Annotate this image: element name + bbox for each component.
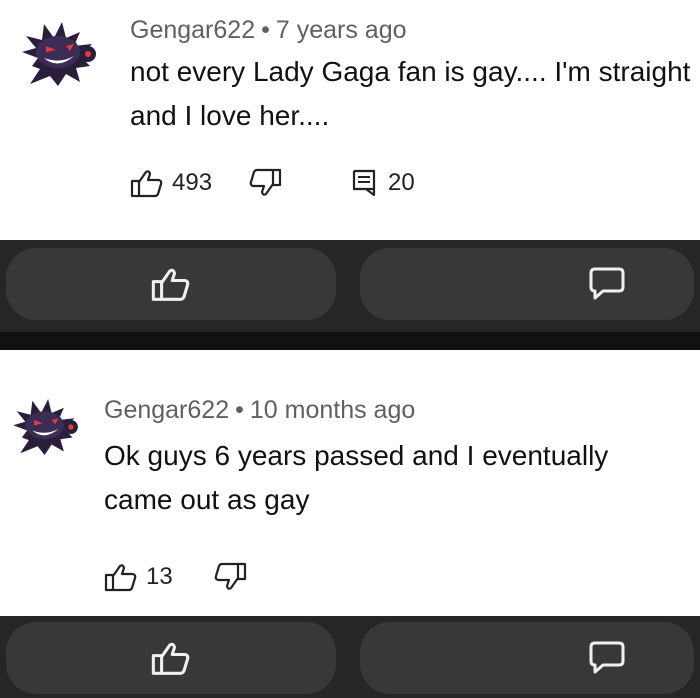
gengar-avatar-icon[interactable] <box>10 14 100 94</box>
dislike-button[interactable] <box>248 168 282 198</box>
like-count: 13 <box>146 563 173 590</box>
like-button[interactable]: 493 <box>130 168 212 198</box>
reply-button[interactable]: 20 <box>352 169 415 197</box>
gengar-avatar-icon[interactable] <box>2 392 82 462</box>
comment-text: not every Lady Gaga fan is gay.... I'm s… <box>130 56 691 131</box>
like-pill-button[interactable] <box>6 248 336 320</box>
action-bar <box>0 616 700 698</box>
timestamp[interactable]: 7 years ago <box>276 16 407 44</box>
thumbs-down-icon <box>214 562 246 590</box>
comment-actions: 13 <box>104 562 247 592</box>
thumbs-up-icon <box>151 642 190 675</box>
like-pill-button[interactable] <box>6 622 336 694</box>
dislike-button[interactable] <box>213 562 247 592</box>
reply-count: 20 <box>388 169 415 196</box>
action-bar <box>0 240 700 332</box>
thumbs-up-icon <box>104 564 137 592</box>
like-count: 493 <box>172 169 213 196</box>
thumbs-up-icon <box>130 170 163 198</box>
timestamp[interactable]: 10 months ago <box>250 396 415 424</box>
meta-separator: • <box>261 16 270 44</box>
comment-meta: Gengar622 • 7 years ago <box>130 16 407 45</box>
thumbs-down-icon <box>249 168 282 196</box>
comment-pill-button[interactable] <box>360 622 694 694</box>
thumbs-up-icon <box>151 268 190 301</box>
comment-meta: Gengar622 • 10 months ago <box>104 396 415 425</box>
comment-card: Gengar622 • 7 years ago not every Lady Gag… <box>0 0 700 240</box>
comment-text: Ok guys 6 years passed and I eventually … <box>104 440 609 515</box>
like-button[interactable]: 13 <box>104 562 173 592</box>
comment-icon <box>589 267 625 300</box>
comment-pill-button[interactable] <box>360 248 694 320</box>
meta-separator: • <box>235 396 244 424</box>
comment-icon <box>589 641 625 674</box>
comment-actions: 493 20 <box>130 168 415 198</box>
reply-icon <box>352 169 376 197</box>
username[interactable]: Gengar622 <box>130 16 255 44</box>
username[interactable]: Gengar622 <box>104 396 229 424</box>
